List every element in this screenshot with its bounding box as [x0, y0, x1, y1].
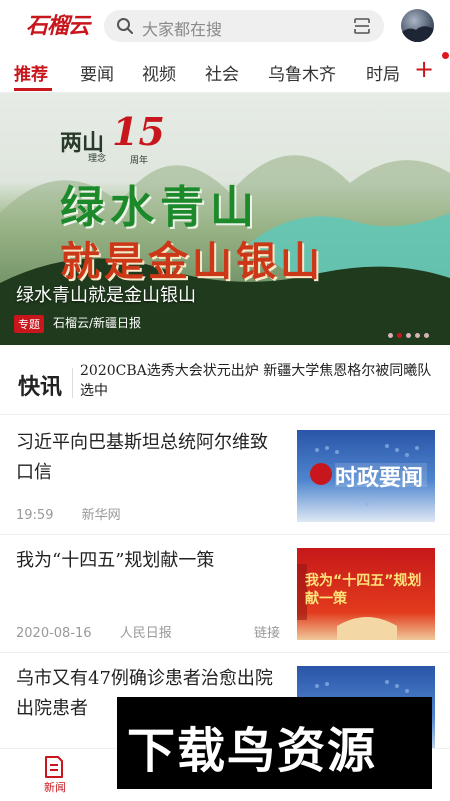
banner-calligraphy-line1: 绿水青山	[60, 182, 260, 233]
tab-society[interactable]: 社会	[205, 60, 239, 85]
search-placeholder: 大家都在搜	[142, 20, 223, 39]
news-title[interactable]: 我为“十四五”规划献一策	[16, 546, 278, 576]
tab-current-affairs[interactable]: 时局	[366, 60, 400, 85]
news-meta: 2020-08-16 人民日报	[16, 622, 196, 641]
carousel-dot	[388, 333, 393, 338]
banner-calligraphy-line2: 就是金山银山	[60, 238, 324, 285]
carousel-dot	[406, 333, 411, 338]
app-logo[interactable]: 石榴云	[26, 8, 90, 40]
top-bar: 石榴云 大家都在搜	[0, 0, 450, 52]
tab-recommend[interactable]: 推荐	[14, 60, 48, 85]
news-time: 19:59	[16, 508, 54, 523]
add-channel-icon[interactable]: +	[414, 55, 434, 83]
active-tab-indicator	[14, 88, 52, 91]
badge-subtext: 理念	[88, 154, 107, 164]
news-thumbnail[interactable]: 我为“十四五”规划献一策	[297, 548, 435, 640]
news-thumbnail[interactable]: 时政要闻	[297, 430, 435, 522]
avatar-image	[401, 26, 434, 42]
banner-source: 石榴云/新疆日报	[53, 316, 142, 330]
scan-icon[interactable]	[354, 18, 370, 34]
news-item[interactable]: 我为“十四五”规划献一策 2020-08-16 人民日报 链接 我为“十四五”规…	[0, 534, 450, 653]
carousel-dot-active	[397, 333, 402, 338]
watermark-overlay: 下载鸟资源	[117, 697, 432, 789]
user-avatar[interactable]	[401, 9, 434, 42]
news-item[interactable]: 习近平向巴基斯坦总统阿尔维致口信 19:59 新华网 时政要闻	[0, 416, 450, 535]
carousel-dot	[415, 333, 420, 338]
tab-video[interactable]: 视频	[142, 60, 176, 85]
news-time: 2020-08-16	[16, 626, 92, 641]
search-icon	[117, 18, 133, 34]
divider	[72, 368, 73, 398]
carousel-indicator	[384, 323, 429, 342]
topic-tag: 专题	[14, 315, 44, 333]
hero-banner[interactable]: 两山 理念 15 周年 绿水青山 就是金山银山 绿水青山就是金山银山 专题 石榴…	[0, 93, 450, 345]
flash-text[interactable]: 2020CBA选秀大会状元出炉 新疆大学焦恩格尔被同曦队选中	[80, 361, 440, 401]
tab-urumqi[interactable]: 乌鲁木齐	[268, 60, 336, 85]
anniversary-badge: 两山 理念 15 周年	[60, 107, 165, 166]
banner-title: 绿水青山就是金山银山	[16, 285, 196, 306]
thumb-text: 时政要闻	[335, 466, 424, 491]
bottom-nav-news[interactable]: 新闻	[44, 779, 66, 795]
news-source: 人民日报	[119, 626, 172, 641]
news-title[interactable]: 习近平向巴基斯坦总统阿尔维致口信	[16, 428, 278, 488]
news-icon[interactable]	[44, 756, 64, 778]
news-source: 新华网	[81, 508, 121, 523]
flash-label: 快讯	[18, 374, 63, 400]
carousel-dot	[424, 333, 429, 338]
channel-tabs: 推荐 要闻 视频 社会 乌鲁木齐 时局 +	[0, 52, 450, 93]
news-link-label: 链接	[254, 626, 281, 641]
search-bar[interactable]: 大家都在搜	[104, 10, 384, 42]
thumb-text: 我为“十四五”规划献一策	[305, 573, 422, 607]
flash-news[interactable]: 快讯 2020CBA选秀大会状元出炉 新疆大学焦恩格尔被同曦队选中	[0, 352, 450, 415]
badge-suffix: 周年	[130, 156, 149, 166]
news-meta: 19:59 新华网	[16, 504, 145, 523]
badge-number: 15	[112, 109, 165, 154]
tab-headlines[interactable]: 要闻	[80, 60, 114, 85]
watermark-text: 下载鸟资源	[127, 723, 378, 779]
